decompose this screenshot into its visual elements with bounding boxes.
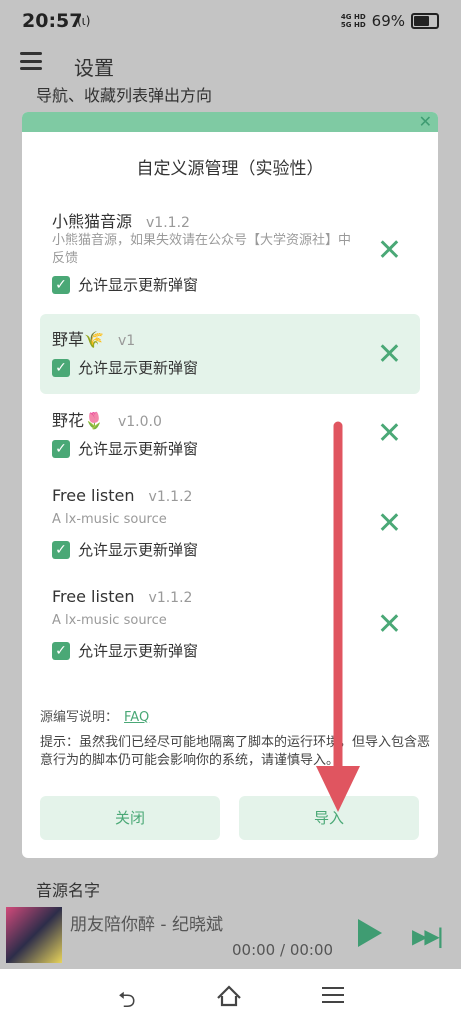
next-track-icon[interactable]: ▶▶|: [412, 924, 444, 948]
song-title: 朋友陪你醉 - 纪晓斌: [70, 915, 223, 935]
recents-menu-icon[interactable]: [322, 987, 344, 1003]
album-cover[interactable]: [6, 907, 62, 963]
song-time: 00:00 / 00:00: [232, 941, 334, 959]
back-icon[interactable]: ⮌: [118, 983, 136, 1021]
home-icon[interactable]: [216, 983, 242, 1009]
play-icon[interactable]: [358, 919, 382, 947]
player-bar[interactable]: 朋友陪你醉 - 纪晓斌 00:00 / 00:00 ▶▶|: [0, 903, 461, 969]
annotation-arrow-icon: [316, 421, 360, 812]
system-nav-bar: ⮌: [0, 969, 461, 1024]
